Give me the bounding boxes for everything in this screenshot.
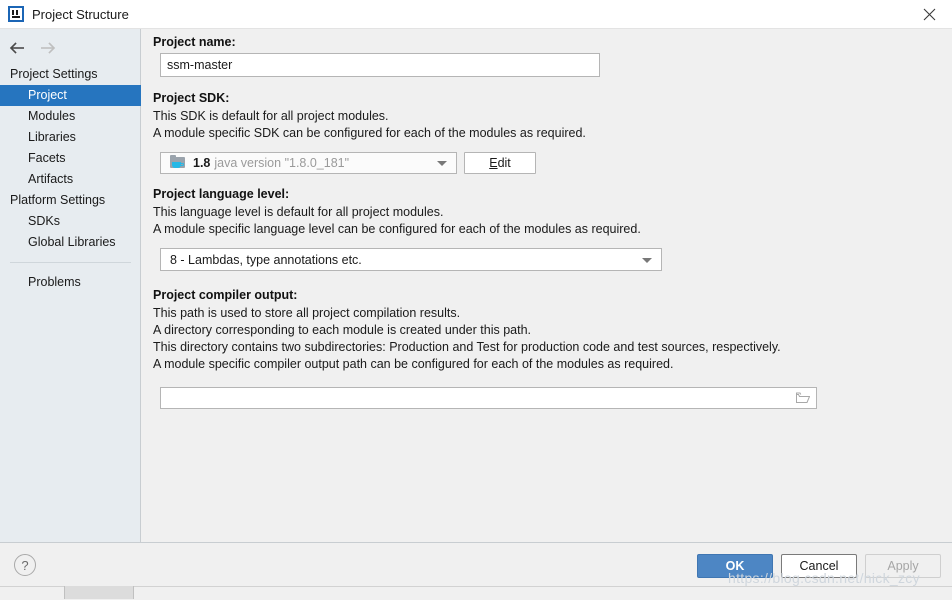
project-structure-dialog: Project Structure Project Settings Proje… xyxy=(0,0,952,600)
settings-tree: Project Settings Project Modules Librari… xyxy=(0,64,141,293)
desktop-strip xyxy=(0,586,952,600)
sidebar-item-libraries[interactable]: Libraries xyxy=(0,127,141,148)
project-sdk-detail: java version "1.8.0_181" xyxy=(214,156,350,170)
title-bar: Project Structure xyxy=(0,0,952,29)
edit-button-mnemonic: E xyxy=(489,156,498,170)
project-sdk-description-line-1: This SDK is default for all project modu… xyxy=(153,109,389,123)
sidebar-item-problems[interactable]: Problems xyxy=(0,272,141,293)
sidebar-item-modules[interactable]: Modules xyxy=(0,106,141,127)
language-level-combobox[interactable]: 8 - Lambdas, type annotations etc. xyxy=(160,248,662,271)
compiler-output-path-field[interactable] xyxy=(160,387,817,409)
sidebar-divider xyxy=(10,262,131,263)
cancel-button[interactable]: Cancel xyxy=(781,554,857,578)
sidebar-item-project[interactable]: Project xyxy=(0,85,141,106)
compiler-output-description-line-1: This path is used to store all project c… xyxy=(153,306,461,320)
project-sdk-version: 1.8 xyxy=(193,156,211,170)
apply-button: Apply xyxy=(865,554,941,578)
ok-button[interactable]: OK xyxy=(697,554,773,578)
window-title: Project Structure xyxy=(32,7,129,22)
edit-sdk-button[interactable]: Edit xyxy=(464,152,536,174)
intellij-idea-icon xyxy=(8,6,24,22)
project-sdk-combobox[interactable]: 1.8 java version "1.8.0_181" xyxy=(160,152,457,174)
compiler-output-description-line-4: A module specific compiler output path c… xyxy=(153,357,674,371)
project-sdk-description-line-2: A module specific SDK can be configured … xyxy=(153,126,586,140)
project-name-input[interactable] xyxy=(160,53,600,77)
java-sdk-folder-icon xyxy=(170,155,186,170)
project-settings-panel: Project name: Project SDK: This SDK is d… xyxy=(142,29,952,542)
language-level-description-line-1: This language level is default for all p… xyxy=(153,205,444,219)
arrow-left-icon[interactable] xyxy=(6,38,28,58)
sidebar-item-sdks[interactable]: SDKs xyxy=(0,211,141,232)
compiler-output-path-input[interactable] xyxy=(161,388,790,408)
taskbar-item[interactable] xyxy=(64,586,134,599)
tree-group-platform-settings: Platform Settings xyxy=(10,193,106,207)
sidebar-item-facets[interactable]: Facets xyxy=(0,148,141,169)
sidebar-item-artifacts[interactable]: Artifacts xyxy=(0,169,141,190)
compiler-output-label: Project compiler output: xyxy=(153,288,298,302)
navigation-arrows xyxy=(0,34,141,62)
close-icon[interactable] xyxy=(906,0,952,29)
chevron-down-icon xyxy=(642,257,652,263)
folder-open-icon[interactable] xyxy=(790,388,816,408)
edit-button-label: dit xyxy=(497,156,511,170)
settings-sidebar: Project Settings Project Modules Librari… xyxy=(0,29,141,542)
project-sdk-label: Project SDK: xyxy=(153,91,230,105)
project-name-label: Project name: xyxy=(153,35,236,49)
language-level-description-line-2: A module specific language level can be … xyxy=(153,222,641,236)
chevron-down-icon xyxy=(437,161,447,166)
language-level-value: 8 - Lambdas, type annotations etc. xyxy=(170,252,362,267)
help-button[interactable]: ? xyxy=(14,554,36,576)
tree-group-project-settings: Project Settings xyxy=(10,67,98,81)
compiler-output-description-line-3: This directory contains two subdirectori… xyxy=(153,340,781,354)
language-level-label: Project language level: xyxy=(153,187,290,201)
sidebar-item-global-libraries[interactable]: Global Libraries xyxy=(0,232,141,253)
arrow-right-icon[interactable] xyxy=(36,38,58,58)
compiler-output-description-line-2: A directory corresponding to each module… xyxy=(153,323,531,337)
